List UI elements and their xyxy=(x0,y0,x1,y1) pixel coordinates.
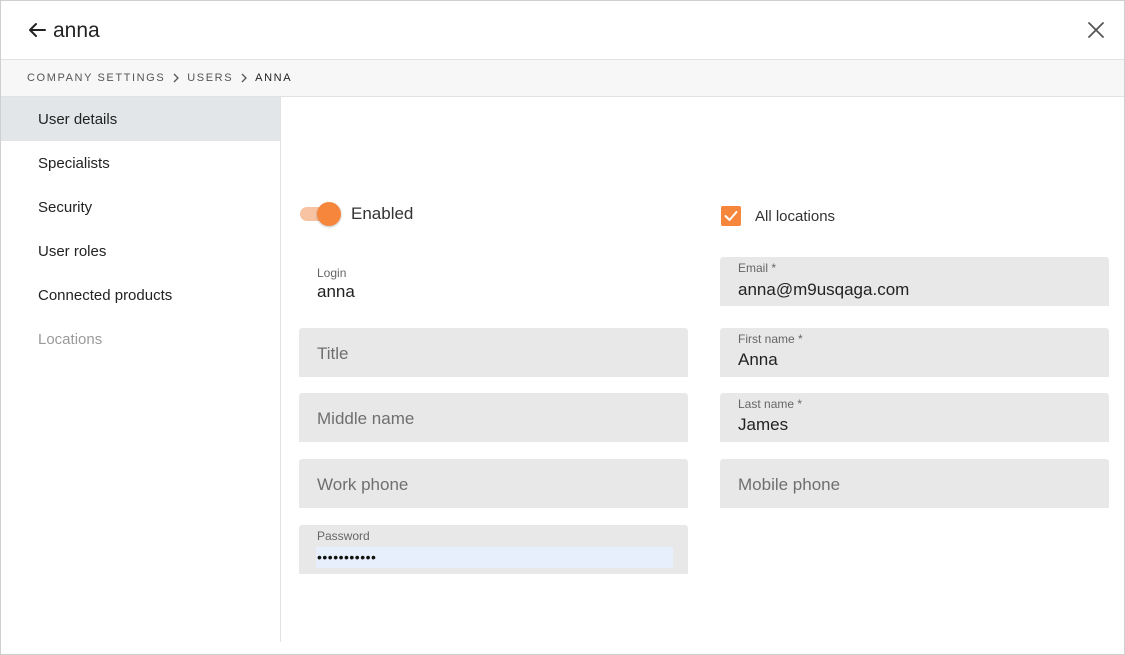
password-input[interactable]: Password ••••••••••• xyxy=(299,525,688,574)
password-label: Password xyxy=(317,529,370,543)
sidebar-item-connected-products[interactable]: Connected products xyxy=(1,273,280,317)
chevron-right-icon xyxy=(233,73,255,83)
enabled-label: Enabled xyxy=(351,204,414,223)
enabled-toggle[interactable] xyxy=(300,202,342,226)
all-locations-label: All locations xyxy=(755,208,836,225)
mobile-phone-input[interactable]: Mobile phone xyxy=(720,459,1109,508)
title-input[interactable]: Title xyxy=(299,328,688,377)
login-value: anna xyxy=(317,282,355,301)
login-field: Login anna xyxy=(299,257,688,306)
work-phone-input[interactable]: Work phone xyxy=(299,459,688,508)
first-name-input[interactable]: First name * Anna xyxy=(720,328,1109,377)
breadcrumb-company-settings[interactable]: COMPANY SETTINGS xyxy=(27,72,165,84)
middle-name-input[interactable]: Middle name xyxy=(299,393,688,442)
middle-name-placeholder: Middle name xyxy=(317,409,415,428)
user-settings-window: anna COMPANY SETTINGS USERS ANNA User de… xyxy=(0,0,1125,655)
password-value: ••••••••••• xyxy=(316,547,673,568)
sidebar: User details Specialists Security User r… xyxy=(1,97,281,642)
checkmark-icon xyxy=(724,211,738,221)
chevron-right-icon xyxy=(165,73,187,83)
mobile-phone-placeholder: Mobile phone xyxy=(738,475,841,494)
work-phone-placeholder: Work phone xyxy=(317,475,409,494)
sidebar-item-user-details[interactable]: User details xyxy=(1,97,280,141)
sidebar-item-user-roles[interactable]: User roles xyxy=(1,229,280,273)
all-locations-checkbox[interactable] xyxy=(721,206,741,226)
breadcrumb-anna: ANNA xyxy=(255,72,293,84)
email-label: Email * xyxy=(738,261,777,275)
first-name-label: First name * xyxy=(738,332,803,346)
last-name-value: James xyxy=(738,415,789,434)
sidebar-item-specialists[interactable]: Specialists xyxy=(1,141,280,185)
breadcrumb-users[interactable]: USERS xyxy=(187,72,233,84)
sidebar-item-locations: Locations xyxy=(38,330,103,348)
last-name-label: Last name * xyxy=(738,397,803,411)
page-title: anna xyxy=(53,19,100,42)
last-name-input[interactable]: Last name * James xyxy=(720,393,1109,442)
login-label: Login xyxy=(317,266,347,280)
email-value: anna@m9usqaga.com xyxy=(738,280,910,299)
title-placeholder: Title xyxy=(317,344,349,363)
back-arrow-icon[interactable] xyxy=(25,18,49,42)
header: anna xyxy=(1,1,1124,60)
first-name-value: Anna xyxy=(738,350,778,369)
breadcrumb: COMPANY SETTINGS USERS ANNA xyxy=(1,60,1124,97)
close-icon[interactable] xyxy=(1084,18,1108,42)
email-input[interactable]: Email * anna@m9usqaga.com xyxy=(720,257,1109,306)
toggle-knob xyxy=(317,202,341,226)
sidebar-item-security[interactable]: Security xyxy=(1,185,280,229)
